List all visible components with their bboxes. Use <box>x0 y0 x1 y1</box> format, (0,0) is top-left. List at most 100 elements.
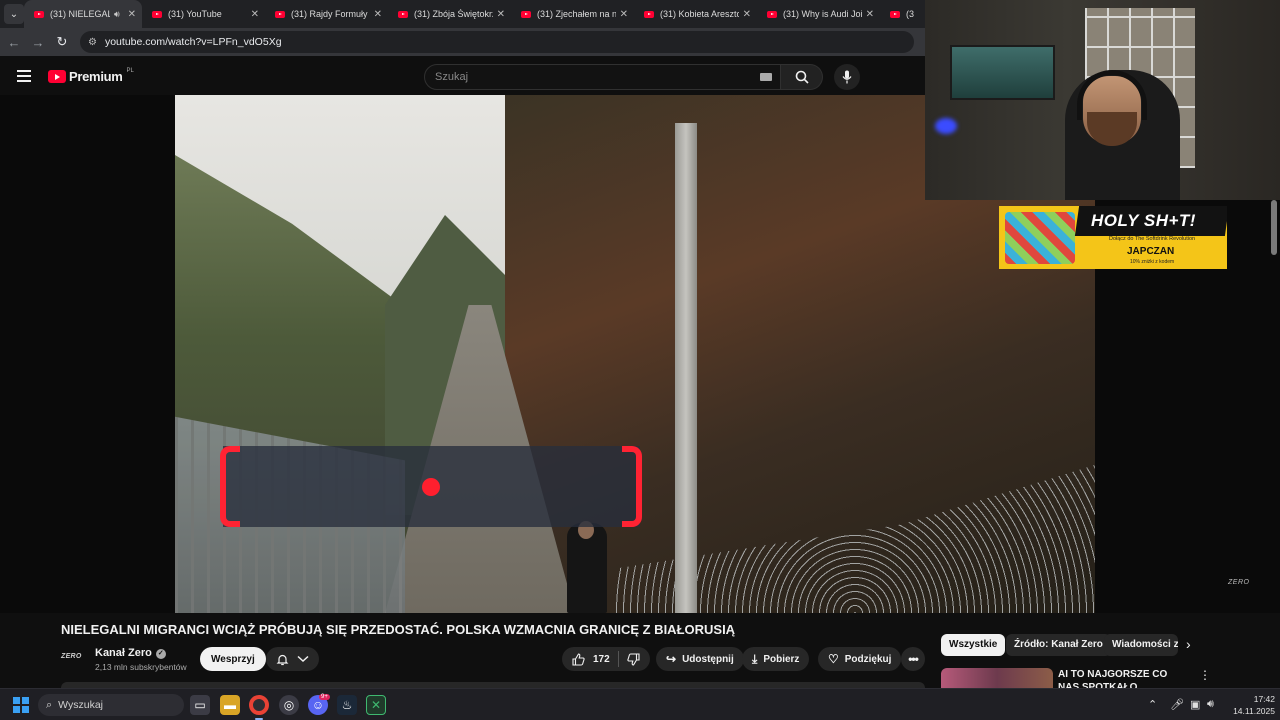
tray-network-icon[interactable]: ▣ <box>1190 698 1200 711</box>
sponsor-banner: HOLY SH+T! Dołącz do The Softdrink Revol… <box>999 206 1227 269</box>
youtube-favicon-icon <box>275 10 285 18</box>
chrome-icon[interactable] <box>249 695 269 715</box>
notifications-button[interactable] <box>266 647 319 671</box>
menu-icon[interactable] <box>17 70 31 82</box>
dislike-button[interactable] <box>627 652 640 666</box>
tab-close-icon[interactable]: ✕ <box>866 9 874 20</box>
tab[interactable]: (31) Rajdy Formuły Pi ✕ <box>265 0 388 28</box>
youtube-favicon-icon <box>890 10 900 18</box>
browser-tab-strip: ⌄ (31) NIELEGALNI 🔊︎ ✕ (31) YouTube ✕ (31… <box>0 0 925 28</box>
channel-avatar[interactable]: ZERO <box>61 653 87 663</box>
channel-watermark: ZERO <box>1228 579 1250 586</box>
streamer-webcam <box>925 0 1280 200</box>
tab-close-icon[interactable]: ✕ <box>128 9 136 20</box>
search-input[interactable]: Szukaj <box>424 64 781 90</box>
youtube-header: Premium PL Szukaj <box>0 56 925 96</box>
keyboard-icon[interactable] <box>760 73 772 81</box>
windows-taskbar: ⌕ Wyszukaj ▭ ▬ ◎ ☺ 9+ ♨ ✕ ⌃ 🎤︎ ▣ 🔊︎ 17:4… <box>0 688 1280 720</box>
youtube-favicon-icon <box>152 10 162 18</box>
terminal-icon[interactable]: ✕ <box>366 695 386 715</box>
share-arrow-icon: ↪ <box>666 652 677 666</box>
chip-all[interactable]: Wszystkie <box>941 634 1006 656</box>
tab-title: (31) NIELEGALNI <box>50 9 110 19</box>
tab-close-icon[interactable]: ✕ <box>620 9 628 20</box>
steam-icon[interactable]: ♨ <box>337 695 357 715</box>
sponsor-headline: HOLY SH+T! <box>1091 211 1196 230</box>
channel-row: ZERO Kanał Zero ✓ 2,13 mln subskrybentów … <box>61 645 925 675</box>
download-button[interactable]: ⤓ Pobierz <box>742 647 810 671</box>
region-label: PL <box>126 67 134 74</box>
sponsor-subline: Dołącz do The Softdrink Revolution <box>1109 236 1196 242</box>
heart-dollar-icon: ♡ <box>828 652 839 666</box>
tab-title: (31) Rajdy Formuły Pi <box>291 9 370 19</box>
youtube-logo[interactable]: Premium PL <box>48 67 134 84</box>
tab-title: (31) YouTube <box>168 9 222 19</box>
tray-overflow-chevron-icon[interactable]: ⌃ <box>1148 698 1157 711</box>
tab-title: (31) Zjechałem na na <box>537 9 616 19</box>
recording-bracket-right <box>622 446 642 527</box>
task-view-icon[interactable]: ▭ <box>190 695 210 715</box>
app-icon[interactable]: ◎ <box>279 695 299 715</box>
channel-name[interactable]: Kanał Zero ✓ <box>95 647 166 659</box>
search-button[interactable] <box>781 64 823 90</box>
tab-search-chevron-icon[interactable]: ⌄ <box>4 4 24 24</box>
support-button[interactable]: Wesprzyj <box>200 647 266 671</box>
recommendation-thumbnail[interactable] <box>941 668 1053 688</box>
tab[interactable]: (31) YouTube ✕ <box>142 0 265 28</box>
chevron-down-icon <box>297 655 309 663</box>
chip-source[interactable]: Źródło: Kanał Zero <box>1006 634 1111 656</box>
tab-close-icon[interactable]: ✕ <box>251 9 259 20</box>
clock-date: 14.11.2025 <box>1233 706 1275 716</box>
more-actions-button[interactable]: ••• <box>901 647 925 671</box>
video-camera-pole <box>675 123 697 613</box>
taskbar-clock[interactable]: 17:42 14.11.2025 <box>1227 693 1275 717</box>
youtube-favicon-icon <box>398 10 408 18</box>
share-button[interactable]: ↪ Udostępnij <box>656 647 744 671</box>
taskbar-search-input[interactable]: ⌕ Wyszukaj <box>38 694 184 716</box>
chip-news[interactable]: Wiadomości z <box>1104 634 1178 656</box>
thanks-button[interactable]: ♡ Podziękuj <box>818 647 902 671</box>
more-vertical-icon[interactable]: ⋮ <box>1199 668 1211 682</box>
like-button[interactable]: 172 <box>572 652 610 666</box>
tray-microphone-icon[interactable]: 🎤︎ <box>1170 698 1184 711</box>
youtube-favicon-icon <box>521 10 531 18</box>
page-scrollbar[interactable] <box>1271 200 1277 255</box>
bell-icon <box>276 654 289 665</box>
tab-close-icon[interactable]: ✕ <box>743 9 751 20</box>
voice-search-button[interactable] <box>834 64 860 90</box>
chevron-right-icon[interactable]: › <box>1186 636 1191 652</box>
youtube-play-icon <box>48 70 66 83</box>
video-title: NIELEGALNI MIGRANCI WCIĄŻ PRÓBUJĄ SIĘ PR… <box>61 622 736 637</box>
windows-start-icon[interactable] <box>13 697 29 713</box>
subscriber-count: 2,13 mln subskrybentów <box>95 662 187 672</box>
speaker-icon[interactable]: 🔊︎ <box>114 9 120 20</box>
search-placeholder: Szukaj <box>435 71 469 83</box>
recommendation-chips: Wszystkie Źródło: Kanał Zero Wiadomości … <box>941 634 1271 656</box>
tab-active[interactable]: (31) NIELEGALNI 🔊︎ ✕ <box>24 0 142 28</box>
like-dislike-group: 172 <box>562 647 650 671</box>
tab[interactable]: (31) Zbója Świętokrzy ✕ <box>388 0 511 28</box>
site-info-icon[interactable]: ⚙ <box>88 37 97 48</box>
tab[interactable]: (31) Why is Audi Joinin ✕ <box>757 0 880 28</box>
webcam-aquarium <box>950 45 1055 100</box>
tab-title: (31) Why is Audi Joinin <box>783 9 862 19</box>
reload-icon[interactable]: ↻ <box>50 34 74 50</box>
like-count: 172 <box>593 653 610 665</box>
tab-close-icon[interactable]: ✕ <box>374 9 382 20</box>
forward-arrow-icon[interactable]: → <box>26 35 50 50</box>
tab[interactable]: (31) <box>880 0 920 28</box>
more-horizontal-icon: ••• <box>908 652 919 666</box>
headset-icon <box>1077 70 1147 120</box>
file-explorer-icon[interactable]: ▬ <box>220 695 240 715</box>
url-input[interactable]: ⚙ youtube.com/watch?v=LPFn_vdO5Xg <box>80 31 914 53</box>
youtube-favicon-icon <box>34 10 44 18</box>
webcam-blue-light <box>935 118 957 134</box>
tab-close-icon[interactable]: ✕ <box>497 9 505 20</box>
tab[interactable]: (31) Zjechałem na na ✕ <box>511 0 634 28</box>
recording-dot-icon <box>422 478 440 496</box>
youtube-favicon-icon <box>644 10 654 18</box>
search-icon: ⌕ <box>46 698 53 711</box>
back-arrow-icon[interactable]: ← <box>2 35 26 50</box>
tray-volume-icon[interactable]: 🔊︎ <box>1207 698 1214 711</box>
tab[interactable]: (31) Kobieta Aresztow ✕ <box>634 0 757 28</box>
